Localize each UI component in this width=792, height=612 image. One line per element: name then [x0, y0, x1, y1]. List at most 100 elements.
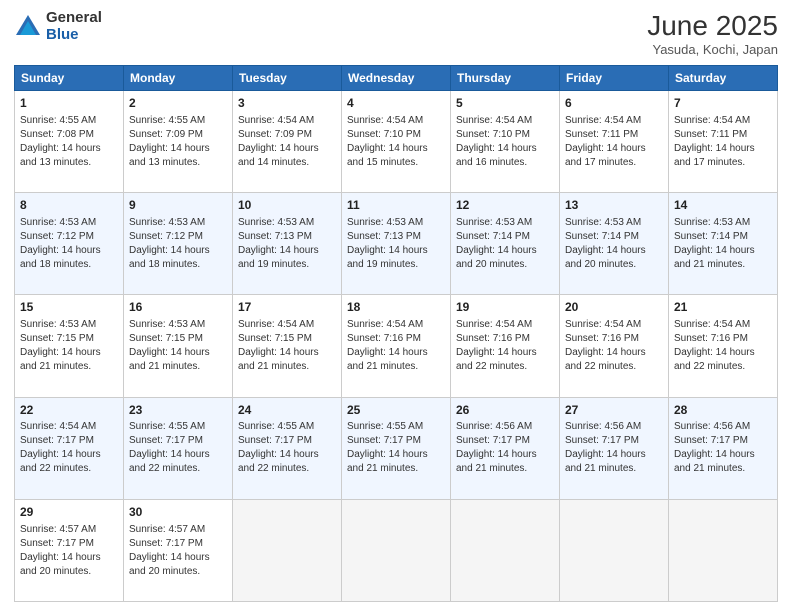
- day-number: 13: [565, 197, 663, 214]
- logo-blue-text: Blue: [46, 26, 79, 43]
- day-info: Sunrise: 4:53 AM Sunset: 7:15 PM Dayligh…: [129, 318, 227, 374]
- month-title: June 2025: [647, 10, 778, 42]
- calendar-row-3: 15 Sunrise: 4:53 AM Sunset: 7:15 PM Dayli…: [15, 295, 778, 397]
- day-info: Sunrise: 4:54 AM Sunset: 7:16 PM Dayligh…: [565, 318, 663, 374]
- day-info: Sunrise: 4:57 AM Sunset: 7:17 PM Dayligh…: [129, 523, 227, 579]
- calendar-cell: 2 Sunrise: 4:55 AM Sunset: 7:09 PM Daylig…: [124, 91, 233, 193]
- calendar-cell: 1 Sunrise: 4:55 AM Sunset: 7:08 PM Daylig…: [15, 91, 124, 193]
- day-number: 26: [456, 402, 554, 419]
- calendar-cell: 10 Sunrise: 4:53 AM Sunset: 7:13 PM Dayli…: [233, 193, 342, 295]
- day-info: Sunrise: 4:53 AM Sunset: 7:14 PM Dayligh…: [456, 216, 554, 272]
- day-number: 21: [674, 299, 772, 316]
- day-number: 6: [565, 95, 663, 112]
- day-number: 5: [456, 95, 554, 112]
- calendar-row-1: 1 Sunrise: 4:55 AM Sunset: 7:08 PM Daylig…: [15, 91, 778, 193]
- day-info: Sunrise: 4:54 AM Sunset: 7:10 PM Dayligh…: [347, 114, 445, 170]
- calendar-cell: 26Sunrise: 4:56 AM Sunset: 7:17 PM Dayli…: [451, 397, 560, 499]
- calendar-cell: 24Sunrise: 4:55 AM Sunset: 7:17 PM Dayli…: [233, 397, 342, 499]
- logo: General Blue: [14, 10, 102, 43]
- calendar-table: SundayMondayTuesdayWednesdayThursdayFrid…: [14, 65, 778, 602]
- day-info: Sunrise: 4:55 AM Sunset: 7:17 PM Dayligh…: [238, 420, 336, 476]
- calendar-header-friday: Friday: [560, 66, 669, 91]
- calendar-header-thursday: Thursday: [451, 66, 560, 91]
- day-info: Sunrise: 4:55 AM Sunset: 7:17 PM Dayligh…: [347, 420, 445, 476]
- day-number: 27: [565, 402, 663, 419]
- calendar-cell: 4 Sunrise: 4:54 AM Sunset: 7:10 PM Daylig…: [342, 91, 451, 193]
- calendar-header-sunday: Sunday: [15, 66, 124, 91]
- calendar-header-tuesday: Tuesday: [233, 66, 342, 91]
- day-number: 11: [347, 197, 445, 214]
- calendar-cell: 15 Sunrise: 4:53 AM Sunset: 7:15 PM Dayli…: [15, 295, 124, 397]
- calendar-cell: [233, 499, 342, 601]
- calendar-cell: [342, 499, 451, 601]
- calendar-cell: 8 Sunrise: 4:53 AM Sunset: 7:12 PM Daylig…: [15, 193, 124, 295]
- day-number: 24: [238, 402, 336, 419]
- calendar-cell: 30Sunrise: 4:57 AM Sunset: 7:17 PM Dayli…: [124, 499, 233, 601]
- day-number: 7: [674, 95, 772, 112]
- calendar-row-4: 22Sunrise: 4:54 AM Sunset: 7:17 PM Dayli…: [15, 397, 778, 499]
- calendar-cell: 23Sunrise: 4:55 AM Sunset: 7:17 PM Dayli…: [124, 397, 233, 499]
- day-info: Sunrise: 4:53 AM Sunset: 7:14 PM Dayligh…: [565, 216, 663, 272]
- day-number: 28: [674, 402, 772, 419]
- day-info: Sunrise: 4:53 AM Sunset: 7:12 PM Dayligh…: [129, 216, 227, 272]
- day-info: Sunrise: 4:55 AM Sunset: 7:17 PM Dayligh…: [129, 420, 227, 476]
- day-info: Sunrise: 4:55 AM Sunset: 7:08 PM Dayligh…: [20, 114, 118, 170]
- day-number: 15: [20, 299, 118, 316]
- calendar-cell: 19 Sunrise: 4:54 AM Sunset: 7:16 PM Dayli…: [451, 295, 560, 397]
- calendar-cell: 16Sunrise: 4:53 AM Sunset: 7:15 PM Dayli…: [124, 295, 233, 397]
- calendar-cell: 13 Sunrise: 4:53 AM Sunset: 7:14 PM Dayli…: [560, 193, 669, 295]
- calendar-cell: 21 Sunrise: 4:54 AM Sunset: 7:16 PM Dayli…: [669, 295, 778, 397]
- day-number: 9: [129, 197, 227, 214]
- day-number: 25: [347, 402, 445, 419]
- location: Yasuda, Kochi, Japan: [647, 42, 778, 57]
- day-info: Sunrise: 4:53 AM Sunset: 7:13 PM Dayligh…: [238, 216, 336, 272]
- day-number: 29: [20, 504, 118, 521]
- day-info: Sunrise: 4:54 AM Sunset: 7:17 PM Dayligh…: [20, 420, 118, 476]
- day-info: Sunrise: 4:53 AM Sunset: 7:14 PM Dayligh…: [674, 216, 772, 272]
- day-number: 19: [456, 299, 554, 316]
- day-info: Sunrise: 4:54 AM Sunset: 7:11 PM Dayligh…: [565, 114, 663, 170]
- day-number: 17: [238, 299, 336, 316]
- calendar-header-row: SundayMondayTuesdayWednesdayThursdayFrid…: [15, 66, 778, 91]
- calendar-cell: 5Sunrise: 4:54 AM Sunset: 7:10 PM Daylig…: [451, 91, 560, 193]
- day-number: 14: [674, 197, 772, 214]
- day-info: Sunrise: 4:54 AM Sunset: 7:16 PM Dayligh…: [674, 318, 772, 374]
- day-info: Sunrise: 4:54 AM Sunset: 7:11 PM Dayligh…: [674, 114, 772, 170]
- day-number: 3: [238, 95, 336, 112]
- header: General Blue June 2025 Yasuda, Kochi, Ja…: [14, 10, 778, 57]
- day-info: Sunrise: 4:54 AM Sunset: 7:16 PM Dayligh…: [456, 318, 554, 374]
- calendar-cell: 3Sunrise: 4:54 AM Sunset: 7:09 PM Daylig…: [233, 91, 342, 193]
- title-block: June 2025 Yasuda, Kochi, Japan: [647, 10, 778, 57]
- day-info: Sunrise: 4:56 AM Sunset: 7:17 PM Dayligh…: [674, 420, 772, 476]
- day-info: Sunrise: 4:57 AM Sunset: 7:17 PM Dayligh…: [20, 523, 118, 579]
- day-number: 2: [129, 95, 227, 112]
- page: General Blue June 2025 Yasuda, Kochi, Ja…: [0, 0, 792, 612]
- calendar-header-wednesday: Wednesday: [342, 66, 451, 91]
- calendar-row-5: 29 Sunrise: 4:57 AM Sunset: 7:17 PM Dayli…: [15, 499, 778, 601]
- day-number: 4: [347, 95, 445, 112]
- calendar-header-monday: Monday: [124, 66, 233, 91]
- calendar-cell: 11 Sunrise: 4:53 AM Sunset: 7:13 PM Dayli…: [342, 193, 451, 295]
- calendar-cell: 7 Sunrise: 4:54 AM Sunset: 7:11 PM Daylig…: [669, 91, 778, 193]
- day-number: 1: [20, 95, 118, 112]
- calendar-cell: [451, 499, 560, 601]
- calendar-cell: 9 Sunrise: 4:53 AM Sunset: 7:12 PM Daylig…: [124, 193, 233, 295]
- calendar-row-2: 8 Sunrise: 4:53 AM Sunset: 7:12 PM Daylig…: [15, 193, 778, 295]
- calendar-cell: 14 Sunrise: 4:53 AM Sunset: 7:14 PM Dayli…: [669, 193, 778, 295]
- day-number: 8: [20, 197, 118, 214]
- day-info: Sunrise: 4:53 AM Sunset: 7:12 PM Dayligh…: [20, 216, 118, 272]
- day-number: 10: [238, 197, 336, 214]
- calendar-cell: 20Sunrise: 4:54 AM Sunset: 7:16 PM Dayli…: [560, 295, 669, 397]
- calendar-cell: [669, 499, 778, 601]
- day-info: Sunrise: 4:55 AM Sunset: 7:09 PM Dayligh…: [129, 114, 227, 170]
- day-info: Sunrise: 4:53 AM Sunset: 7:13 PM Dayligh…: [347, 216, 445, 272]
- day-info: Sunrise: 4:54 AM Sunset: 7:16 PM Dayligh…: [347, 318, 445, 374]
- logo-general-text: General: [46, 9, 102, 26]
- day-info: Sunrise: 4:53 AM Sunset: 7:15 PM Dayligh…: [20, 318, 118, 374]
- calendar-cell: 29 Sunrise: 4:57 AM Sunset: 7:17 PM Dayli…: [15, 499, 124, 601]
- calendar-cell: 6 Sunrise: 4:54 AM Sunset: 7:11 PM Daylig…: [560, 91, 669, 193]
- day-number: 18: [347, 299, 445, 316]
- day-number: 23: [129, 402, 227, 419]
- calendar-cell: 18 Sunrise: 4:54 AM Sunset: 7:16 PM Dayli…: [342, 295, 451, 397]
- calendar-header-saturday: Saturday: [669, 66, 778, 91]
